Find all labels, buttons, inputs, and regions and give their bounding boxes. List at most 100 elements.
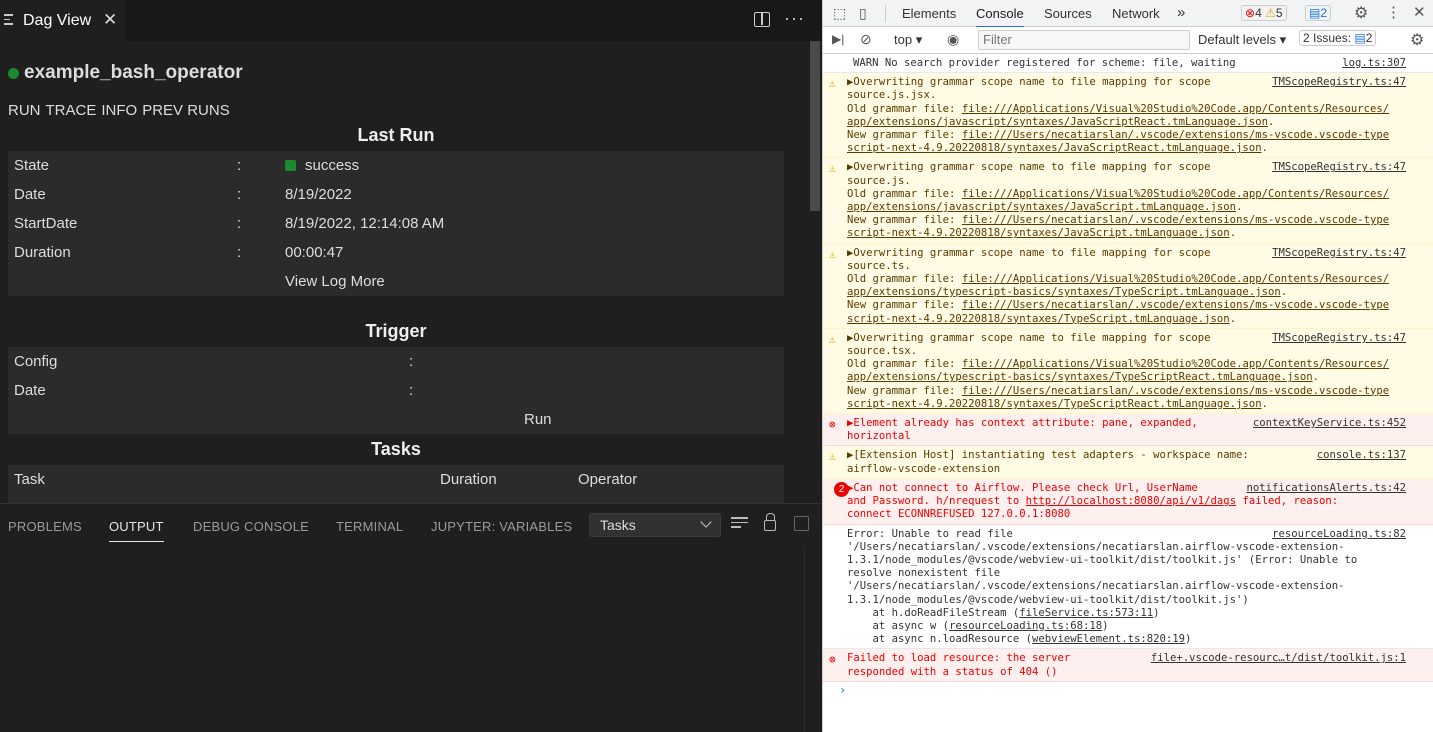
source-link[interactable]: notificationsAlerts.ts:42 (1247, 482, 1406, 495)
message-line: app/extensions/typescript-basics/syntaxe… (847, 371, 1402, 384)
source-link[interactable]: contextKeyService.ts:452 (1253, 417, 1406, 430)
message-text: at async w ( (847, 619, 950, 632)
file-link[interactable]: file:///Applications/Visual%20Studio%20C… (962, 188, 1389, 200)
issues-button[interactable]: 2 Issues: ▤2 (1299, 30, 1377, 46)
message-line: app/extensions/javascript/syntaxes/JavaS… (847, 116, 1402, 129)
source-link[interactable]: TMScopeRegistry.ts:47 (1272, 247, 1406, 260)
message-line: script-next-4.9.20220818/syntaxes/JavaSc… (847, 227, 1402, 240)
view-log-link[interactable]: View Log More (285, 273, 385, 290)
more-actions-icon[interactable]: ··· (784, 8, 805, 29)
console-prompt-icon[interactable]: › (831, 682, 1433, 697)
tab-elements[interactable]: Elements (902, 6, 956, 21)
tab-output[interactable]: OUTPUT (109, 519, 164, 542)
devtools-panel: ⬚ ▯ Elements Console Sources Network » ⊗… (822, 0, 1433, 732)
tab-terminal[interactable]: TERMINAL (336, 519, 403, 534)
file-link[interactable]: file:///Applications/Visual%20Studio%20C… (962, 273, 1389, 285)
state-value: success (285, 157, 359, 174)
message-line: horizontal (847, 430, 911, 443)
source-link[interactable]: file+.vscode-resourc…t/dist/toolkit.js:1 (1151, 652, 1406, 665)
file-link[interactable]: app/extensions/javascript/syntaxes/JavaS… (847, 116, 1268, 128)
clear-output-icon[interactable] (731, 517, 748, 531)
file-link[interactable]: script-next-4.9.20220818/syntaxes/TypeSc… (847, 398, 1262, 410)
message-text: . (1261, 142, 1268, 155)
tab-network[interactable]: Network (1112, 6, 1160, 21)
console-toolbar: ▶| ⊘ top ▾ ◉ Filter Default levels ▾ 2 I… (823, 27, 1433, 54)
levels-select[interactable]: Default levels ▾ (1198, 32, 1286, 48)
close-icon[interactable]: ✕ (103, 10, 117, 30)
source-link[interactable]: TMScopeRegistry.ts:47 (1272, 332, 1406, 345)
grammar-label: New grammar file: (847, 384, 962, 397)
file-link[interactable]: file:///Applications/Visual%20Studio%20C… (962, 103, 1389, 115)
tab-dag-view[interactable]: Dag View ✕ (0, 0, 125, 41)
url-link[interactable]: http://localhost:8080/api/v1/dags (1026, 495, 1236, 507)
output-area (0, 546, 822, 732)
message-line: source.js.jsx. (847, 89, 937, 102)
file-link[interactable]: file:///Users/necatiarslan/.vscode/exten… (962, 299, 1389, 311)
split-editor-icon[interactable] (754, 12, 770, 27)
grammar-label: New grammar file: (847, 129, 962, 142)
tab-jupyter-variables[interactable]: JUPYTER: VARIABLES (431, 519, 572, 534)
warning-icon: ⚠ (829, 247, 836, 261)
message-line: airflow-vscode-extension (847, 462, 1001, 475)
tab-run[interactable]: RUN (8, 102, 41, 119)
stack-link[interactable]: resourceLoading.ts:68:18 (949, 620, 1102, 632)
file-link[interactable]: app/extensions/javascript/syntaxes/JavaS… (847, 201, 1236, 213)
messages-badge[interactable]: ▤2 (1305, 5, 1332, 21)
dag-webview: example_bash_operator RUN TRACE INFO PRE… (0, 41, 808, 503)
message-line: app/extensions/typescript-basics/syntaxe… (847, 286, 1402, 299)
file-link[interactable]: file:///Users/necatiarslan/.vscode/exten… (962, 129, 1389, 141)
grammar-label: Old grammar file: (847, 358, 962, 371)
tab-sources[interactable]: Sources (1044, 6, 1092, 21)
file-link[interactable]: app/extensions/typescript-basics/syntaxe… (847, 286, 1281, 298)
scrollbar[interactable] (810, 41, 820, 211)
tab-problems[interactable]: PROBLEMS (8, 519, 82, 534)
row-separator: : (409, 382, 414, 399)
copy-icon[interactable] (794, 516, 809, 531)
context-select[interactable]: top ▾ (894, 32, 922, 48)
issues-badge[interactable]: ⊗4 ⚠5 (1241, 5, 1287, 21)
source-link[interactable]: TMScopeRegistry.ts:47 (1272, 76, 1406, 89)
message-text: ) (1153, 606, 1160, 619)
file-link[interactable]: file:///Applications/Visual%20Studio%20C… (962, 358, 1389, 370)
tab-trace[interactable]: TRACE (46, 102, 97, 119)
error-icon: ⊗ (829, 653, 836, 667)
eye-icon[interactable]: ◉ (947, 31, 959, 48)
gear-icon[interactable]: ⚙ (1354, 3, 1368, 23)
sidebar-toggle-icon[interactable]: ▶| (832, 32, 844, 46)
file-link[interactable]: script-next-4.9.20220818/syntaxes/JavaSc… (847, 142, 1262, 154)
inspect-icon[interactable]: ⬚ (833, 5, 846, 22)
file-link[interactable]: file:///Users/necatiarslan/.vscode/exten… (962, 385, 1389, 397)
filter-input[interactable]: Filter (978, 30, 1190, 50)
device-toolbar-icon[interactable]: ▯ (859, 5, 867, 22)
editor-tab-bar: Dag View ✕ ··· (0, 0, 822, 41)
row-label: State (14, 157, 50, 174)
source-link[interactable]: log.ts:307 (1342, 57, 1406, 70)
tab-console[interactable]: Console (976, 6, 1024, 28)
stack-link[interactable]: webviewElement.ts:820:19 (1032, 633, 1185, 645)
run-button[interactable]: Run (524, 411, 552, 428)
console-settings-icon[interactable]: ⚙ (1410, 30, 1424, 50)
tab-prev-runs[interactable]: PREV RUNS (142, 102, 230, 119)
tab-info[interactable]: INFO (101, 102, 137, 119)
tab-debug-console[interactable]: DEBUG CONSOLE (193, 519, 309, 534)
file-link[interactable]: app/extensions/typescript-basics/syntaxe… (847, 371, 1313, 383)
stack-link[interactable]: fileService.ts:573:11 (1019, 607, 1153, 619)
repeat-count-badge: 2 (834, 481, 849, 497)
close-icon[interactable]: ✕ (1413, 3, 1426, 21)
stack-line: at h.doReadFileStream (fileService.ts:57… (847, 607, 1402, 620)
clear-console-icon[interactable]: ⊘ (860, 31, 872, 48)
lock-icon[interactable] (764, 513, 776, 531)
source-link[interactable]: console.ts:137 (1317, 449, 1406, 462)
file-link[interactable]: script-next-4.9.20220818/syntaxes/JavaSc… (847, 227, 1230, 239)
status-dot-icon (8, 67, 19, 79)
file-link[interactable]: script-next-4.9.20220818/syntaxes/TypeSc… (847, 313, 1230, 325)
table-row: StartDate : 8/19/2022, 12:14:08 AM (8, 209, 784, 238)
source-link[interactable]: resourceLoading.ts:82 (1272, 528, 1406, 541)
source-link[interactable]: TMScopeRegistry.ts:47 (1272, 161, 1406, 174)
output-channel-select[interactable]: Tasks (589, 513, 721, 537)
devtools-tab-bar: ⬚ ▯ Elements Console Sources Network » ⊗… (823, 0, 1433, 28)
more-tabs-icon[interactable]: » (1177, 4, 1185, 21)
column-header: Operator (578, 471, 638, 488)
kebab-menu-icon[interactable]: ⋮ (1386, 3, 1401, 21)
file-link[interactable]: file:///Users/necatiarslan/.vscode/exten… (962, 214, 1389, 226)
